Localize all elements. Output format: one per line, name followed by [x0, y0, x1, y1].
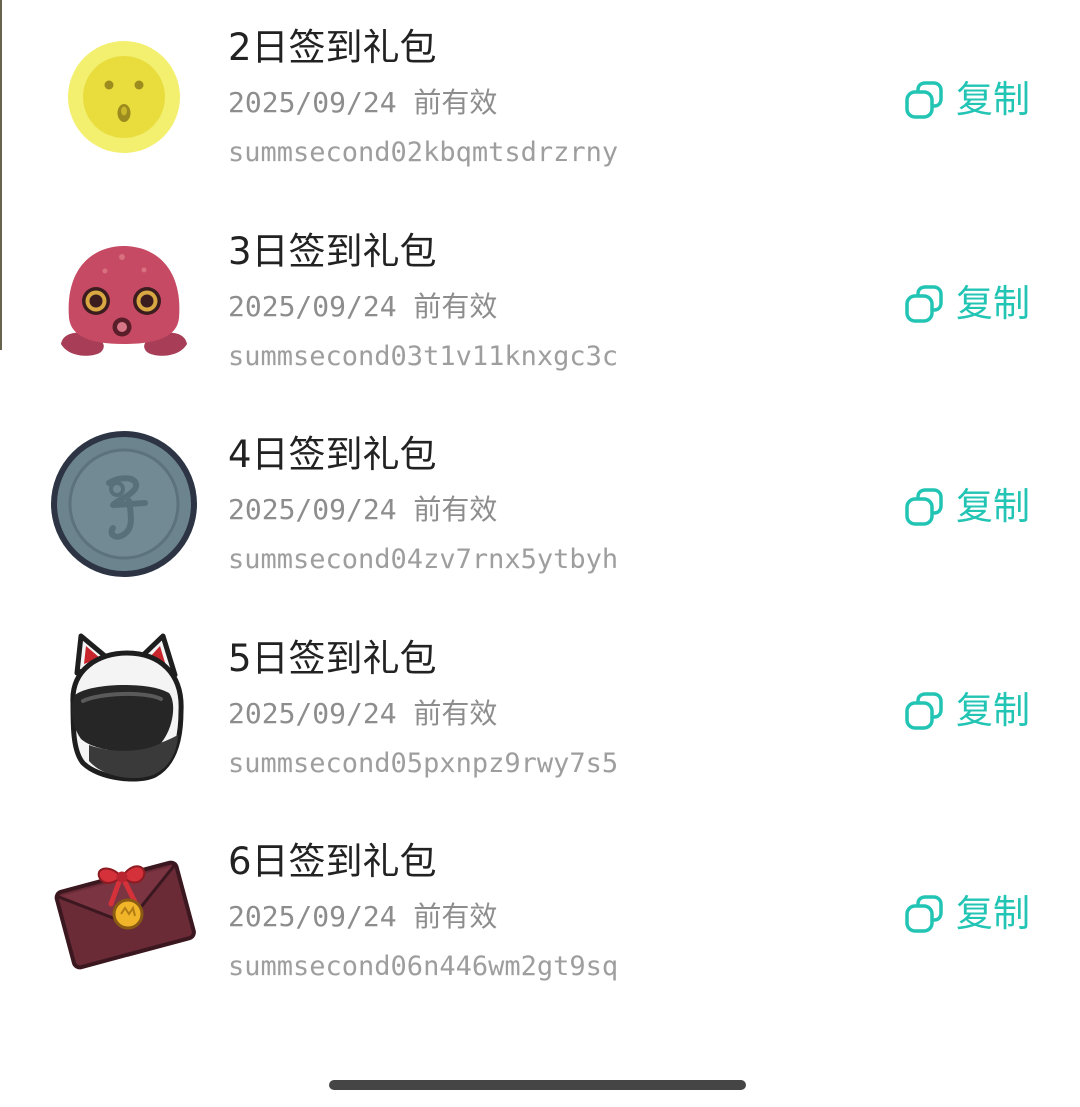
gift-list-item: 3日签到礼包 2025/09/24 前有效 summsecond03t1v11k…	[0, 204, 1080, 407]
expiry-date: 2025/09/24 前有效	[228, 289, 498, 323]
copy-icon	[905, 488, 943, 526]
copy-button[interactable]: 复制	[904, 74, 1040, 126]
expiry-date: 2025/09/24 前有效	[228, 493, 498, 526]
cat-helmet-icon	[70, 633, 184, 781]
copy-label: 复制	[956, 892, 1030, 935]
pink-octopus-icon	[61, 245, 187, 356]
copy-label: 复制	[956, 688, 1030, 732]
copy-button[interactable]: 复制	[904, 685, 1040, 737]
gift-code: summsecond05pxnpz9rwy7s5	[228, 747, 619, 779]
home-indicator[interactable]	[329, 1080, 746, 1090]
copy-label: 复制	[956, 281, 1030, 325]
gift-list-item: 2日签到礼包 2025/09/24 前有效 summsecond02kbqmts…	[0, 0, 1080, 203]
copy-icon	[905, 895, 943, 933]
gift-title: 3日签到礼包	[228, 229, 437, 273]
copy-label: 复制	[956, 78, 1030, 121]
yellow-coin-face-icon	[68, 41, 180, 153]
copy-icon	[905, 81, 943, 119]
copy-button[interactable]: 复制	[904, 481, 1040, 533]
gift-envelope-icon	[54, 860, 196, 970]
gift-title: 5日签到礼包	[228, 636, 437, 680]
expiry-date: 2025/09/24 前有效	[228, 900, 498, 933]
copy-button[interactable]: 复制	[904, 888, 1040, 940]
gift-code: summsecond04zv7rnx5ytbyh	[228, 544, 619, 575]
gift-list: 2日签到礼包 2025/09/24 前有效 summsecond02kbqmts…	[0, 0, 1080, 1030]
gift-list-item: 5日签到礼包 2025/09/24 前有效 summsecond05pxnpz9…	[0, 611, 1080, 814]
gift-title: 6日签到礼包	[228, 840, 437, 883]
copy-label: 复制	[956, 485, 1030, 528]
copy-icon	[905, 284, 943, 323]
gift-code: summsecond06n446wm2gt9sq	[228, 951, 619, 982]
copy-button[interactable]: 复制	[904, 278, 1040, 330]
copy-icon	[905, 691, 943, 730]
gift-code: summsecond02kbqmtsdrzrny	[228, 137, 619, 168]
gift-title: 4日签到礼包	[228, 433, 437, 476]
gift-code: summsecond03t1v11knxgc3c	[228, 340, 619, 372]
slate-coin-icon	[51, 431, 197, 577]
expiry-date: 2025/09/24 前有效	[228, 696, 498, 730]
gift-list-item: 4日签到礼包 2025/09/24 前有效 summsecond04zv7rnx…	[0, 407, 1080, 610]
expiry-date: 2025/09/24 前有效	[228, 86, 498, 119]
gift-list-item: 6日签到礼包 2025/09/24 前有效 summsecond06n446wm…	[0, 814, 1080, 1017]
gift-title: 2日签到礼包	[228, 26, 437, 69]
